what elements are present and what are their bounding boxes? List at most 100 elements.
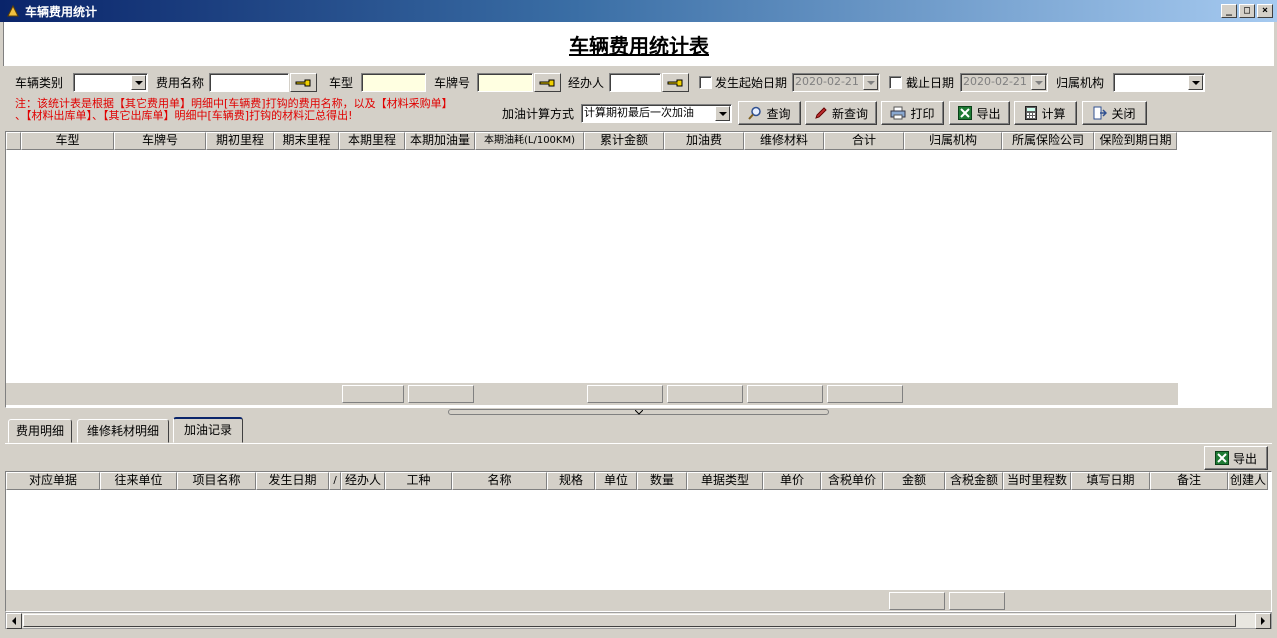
column-header[interactable]: /: [329, 472, 341, 490]
column-header[interactable]: 期末里程: [274, 132, 339, 150]
maximize-button[interactable]: □: [1239, 4, 1255, 18]
arrow-left-icon: [12, 617, 16, 625]
plate-pick-button[interactable]: [534, 73, 561, 92]
column-header[interactable]: 本期油耗(L/100KM): [475, 132, 584, 150]
column-header[interactable]: 规格: [547, 472, 595, 490]
end-date-picker[interactable]: 2020-02-21: [960, 73, 1048, 92]
export-label: 导出: [976, 106, 1001, 121]
column-header[interactable]: 单据类型: [687, 472, 763, 490]
summary-cell: [342, 385, 404, 403]
column-header[interactable]: 车牌号: [114, 132, 206, 150]
column-header[interactable]: 工种: [385, 472, 452, 490]
column-header[interactable]: 单价: [763, 472, 821, 490]
plate-input[interactable]: [477, 73, 533, 92]
column-header[interactable]: 对应单据: [6, 472, 100, 490]
new-query-button[interactable]: 新查询: [805, 101, 877, 125]
summary-cell: [827, 385, 903, 403]
excel-icon: [1214, 451, 1229, 465]
column-header[interactable]: 发生日期: [256, 472, 329, 490]
detail-summary-bar: [6, 590, 1271, 611]
minimize-button[interactable]: _: [1221, 4, 1237, 18]
column-header[interactable]: 加油费: [664, 132, 744, 150]
panel-splitter[interactable]: [448, 409, 829, 415]
column-header[interactable]: 当时里程数: [1003, 472, 1071, 490]
column-header[interactable]: 保险到期日期: [1094, 132, 1177, 150]
end-date-value: 2020-02-21: [963, 75, 1027, 88]
tab-refuel-records[interactable]: 加油记录: [173, 417, 243, 443]
calc-mode-select[interactable]: 计算期初最后一次加油: [581, 104, 732, 123]
window-titlebar[interactable]: 车辆费用统计 _ □ ×: [0, 0, 1277, 22]
model-input[interactable]: [361, 73, 426, 92]
export-button[interactable]: 导出: [949, 101, 1010, 125]
column-header[interactable]: 经办人: [341, 472, 385, 490]
note-line-2: 、【材料出库单】、【其它出库单】明细中[车辆费]打钩的材料汇总得出!: [15, 109, 353, 122]
fee-name-input[interactable]: [209, 73, 289, 92]
detail-toolbar: 导出: [5, 443, 1272, 470]
tab-fee-detail[interactable]: 费用明细: [8, 419, 72, 443]
start-date-label: 发生起始日期: [715, 76, 788, 90]
chevron-down-icon[interactable]: [131, 75, 146, 90]
close-label: 关闭: [1111, 106, 1136, 121]
column-header[interactable]: 所属保险公司: [1002, 132, 1094, 150]
handler-label: 经办人: [568, 76, 605, 90]
tab-maintenance-detail[interactable]: 维修耗材明细: [77, 419, 169, 443]
column-header[interactable]: 维修材料: [744, 132, 824, 150]
vehicle-type-label: 车辆类别: [15, 76, 64, 90]
print-button[interactable]: 打印: [881, 101, 944, 125]
detail-export-button[interactable]: 导出: [1204, 446, 1268, 470]
scroll-thumb[interactable]: [23, 614, 1236, 627]
arrow-right-icon: [1261, 617, 1265, 625]
column-header[interactable]: 合计: [824, 132, 904, 150]
horizontal-scrollbar[interactable]: [5, 612, 1272, 629]
scroll-left-button[interactable]: [6, 613, 22, 629]
chevron-down-icon[interactable]: [863, 75, 878, 90]
query-button[interactable]: 查询: [738, 101, 801, 125]
vehicle-type-select[interactable]: [73, 73, 148, 92]
chevron-down-icon: [634, 409, 643, 415]
column-header[interactable]: 本期加油量: [405, 132, 475, 150]
column-header[interactable]: 含税单价: [821, 472, 883, 490]
column-header[interactable]: 含税金额: [945, 472, 1003, 490]
column-header[interactable]: 往来单位: [100, 472, 177, 490]
column-header[interactable]: 创建人: [1228, 472, 1268, 490]
column-header[interactable]: 填写日期: [1071, 472, 1150, 490]
column-header[interactable]: 累计金额: [584, 132, 664, 150]
handler-input[interactable]: [609, 73, 661, 92]
column-header[interactable]: 备注: [1150, 472, 1228, 490]
calculator-icon: [1025, 106, 1038, 120]
org-select[interactable]: [1113, 73, 1205, 92]
close-window-button[interactable]: ×: [1257, 4, 1273, 18]
end-date-checkbox[interactable]: [889, 76, 902, 89]
column-header[interactable]: 金额: [883, 472, 945, 490]
new-query-label: 新查询: [831, 106, 868, 121]
chevron-down-icon[interactable]: [1188, 75, 1203, 90]
column-header[interactable]: 名称: [452, 472, 547, 490]
calculate-label: 计算: [1041, 106, 1066, 121]
end-date-label: 截止日期: [906, 76, 955, 90]
calculate-button[interactable]: 计算: [1014, 101, 1077, 125]
column-header[interactable]: 本期里程: [339, 132, 405, 150]
column-header[interactable]: 车型: [21, 132, 114, 150]
chevron-down-icon[interactable]: [715, 106, 730, 121]
detail-grid[interactable]: 对应单据 往来单位 项目名称 发生日期 / 经办人 工种 名称 规格 单位 数量…: [5, 471, 1272, 612]
start-date-picker[interactable]: 2020-02-21: [792, 73, 880, 92]
chevron-down-icon[interactable]: [1031, 75, 1046, 90]
main-grid[interactable]: 车型 车牌号 期初里程 期末里程 本期里程 本期加油量 本期油耗(L/100KM…: [5, 131, 1272, 408]
row-indicator-header: [6, 132, 21, 150]
summary-cell: [949, 592, 1005, 610]
close-button[interactable]: 关闭: [1082, 101, 1147, 125]
column-header[interactable]: 归属机构: [904, 132, 1002, 150]
column-header[interactable]: 单位: [595, 472, 637, 490]
column-header[interactable]: 项目名称: [177, 472, 256, 490]
start-date-checkbox[interactable]: [699, 76, 712, 89]
detail-grid-header: 对应单据 往来单位 项目名称 发生日期 / 经办人 工种 名称 规格 单位 数量…: [6, 472, 1268, 490]
report-title: 车辆费用统计表: [569, 34, 709, 58]
scroll-right-button[interactable]: [1255, 613, 1271, 629]
print-label: 打印: [910, 106, 935, 121]
calc-mode-value: 计算期初最后一次加油: [584, 106, 694, 119]
query-label: 查询: [766, 106, 791, 121]
column-header[interactable]: 期初里程: [206, 132, 274, 150]
fee-name-pick-button[interactable]: [290, 73, 317, 92]
handler-pick-button[interactable]: [662, 73, 689, 92]
column-header[interactable]: 数量: [637, 472, 687, 490]
